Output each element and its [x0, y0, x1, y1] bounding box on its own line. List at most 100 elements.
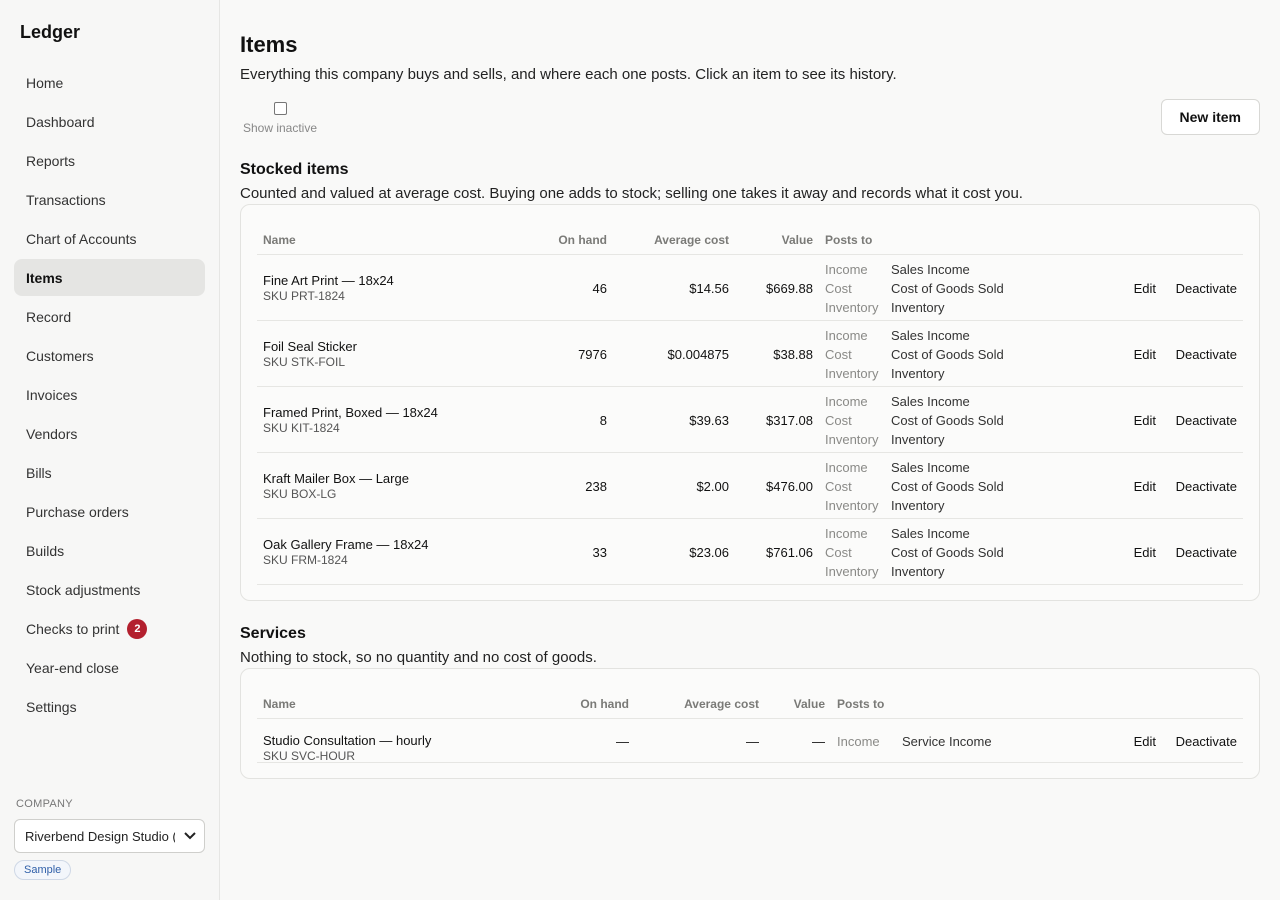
posts-to-account: Cost of Goods Sold — [891, 347, 1004, 362]
posts-to-label: Income — [837, 734, 880, 749]
posts-to-account: Sales Income — [891, 460, 970, 475]
sidebar-item-label: Home — [26, 74, 64, 91]
show-inactive-toggle[interactable]: Show inactive — [240, 100, 320, 135]
posts-to-account: Cost of Goods Sold — [891, 281, 1004, 296]
sidebar-item-label: Invoices — [26, 386, 78, 403]
col-avg-cost-header: Average cost — [684, 697, 759, 711]
sidebar-item-label: Record — [26, 308, 72, 325]
table-row[interactable]: Studio Consultation — hourly SKU SVC-HOUR… — [257, 719, 1243, 763]
average-cost-value: $0.004875 — [667, 347, 729, 362]
sidebar-item-label: Items — [26, 269, 63, 286]
sidebar-item-checks-to-print[interactable]: Checks to print 2 — [14, 610, 205, 647]
sidebar-item-reports[interactable]: Reports — [14, 142, 205, 179]
average-cost-value: $39.63 — [689, 413, 729, 428]
average-cost-value: $14.56 — [689, 281, 729, 296]
company-select[interactable]: Riverbend Design Studio (S — [14, 819, 205, 853]
sidebar-item-bills[interactable]: Bills — [14, 454, 205, 491]
item-sku: SKU STK-FOIL — [263, 355, 346, 369]
table-row[interactable]: Oak Gallery Frame — 18x24 SKU FRM-1824 33 $… — [257, 519, 1243, 585]
sidebar-item-stock-adjustments[interactable]: Stock adjustments — [14, 571, 205, 608]
sidebar-item-invoices[interactable]: Invoices — [14, 376, 205, 413]
sidebar-item-label: Builds — [26, 542, 65, 559]
stocked-items-table: Name On hand Average cost Value Posts to Fine… — [257, 223, 1243, 585]
on-hand-value: 7976 — [578, 347, 607, 362]
sidebar-item-transactions[interactable]: Transactions — [14, 181, 205, 218]
col-name-header: Name — [263, 697, 296, 711]
posts-to-account: Cost of Goods Sold — [891, 545, 1004, 560]
show-inactive-label: Show inactive — [242, 121, 318, 135]
col-name-header: Name — [263, 233, 296, 247]
col-value-header: Value — [793, 697, 825, 711]
sidebar-item-builds[interactable]: Builds — [14, 532, 205, 569]
table-header: Name On hand Average cost Value Posts to — [257, 223, 1243, 255]
posts-to-label: Income — [825, 394, 868, 409]
sidebar-item-label: Customers — [26, 347, 94, 364]
sidebar-item-customers[interactable]: Customers — [14, 337, 205, 374]
edit-button[interactable]: Edit — [1134, 479, 1156, 494]
services-section-title: Services — [240, 625, 306, 642]
table-row[interactable]: Fine Art Print — 18x24 SKU PRT-1824 46 $14.… — [257, 255, 1243, 321]
company-select-value: Riverbend Design Studio (S — [25, 828, 175, 844]
sidebar-nav: Home Dashboard Reports Transactions Chart of… — [14, 64, 205, 727]
col-posts-to-header: Posts to — [825, 233, 873, 247]
item-sku: SKU SVC-HOUR — [263, 749, 356, 763]
value-amount: — — [812, 734, 825, 749]
item-name[interactable]: Fine Art Print — 18x24 — [263, 273, 394, 288]
sidebar-item-record[interactable]: Record — [14, 298, 205, 335]
posts-to-label: Cost — [825, 347, 852, 362]
posts-to-account: Sales Income — [891, 394, 970, 409]
sidebar-item-year-end-close[interactable]: Year-end close — [14, 649, 205, 686]
table-row[interactable]: Kraft Mailer Box — Large SKU BOX-LG 238 $2.… — [257, 453, 1243, 519]
posts-to-account: Sales Income — [891, 526, 970, 541]
sidebar-item-purchase-orders[interactable]: Purchase orders — [14, 493, 205, 530]
sidebar-item-settings[interactable]: Settings — [14, 688, 205, 725]
edit-button[interactable]: Edit — [1134, 413, 1156, 428]
value-amount: $669.88 — [766, 281, 813, 296]
item-sku: SKU BOX-LG — [263, 487, 337, 501]
posts-to-label: Income — [825, 328, 868, 343]
deactivate-button[interactable]: Deactivate — [1176, 347, 1237, 362]
value-amount: $38.88 — [773, 347, 813, 362]
col-on-hand-header: On hand — [580, 697, 629, 711]
item-name[interactable]: Framed Print, Boxed — 18x24 — [263, 405, 438, 420]
posts-to-label: Inventory — [825, 300, 879, 315]
posts-to-account: Inventory — [891, 300, 945, 315]
posts-to-label: Income — [825, 262, 868, 277]
deactivate-button[interactable]: Deactivate — [1176, 545, 1237, 560]
sidebar-item-home[interactable]: Home — [14, 64, 205, 101]
sidebar-item-dashboard[interactable]: Dashboard — [14, 103, 205, 140]
item-name[interactable]: Foil Seal Sticker — [263, 339, 357, 354]
deactivate-button[interactable]: Deactivate — [1176, 479, 1237, 494]
item-name[interactable]: Kraft Mailer Box — Large — [263, 471, 409, 486]
edit-button[interactable]: Edit — [1134, 347, 1156, 362]
deactivate-button[interactable]: Deactivate — [1176, 734, 1237, 749]
posts-to-account: Inventory — [891, 564, 945, 579]
posts-to-label: Inventory — [825, 564, 879, 579]
value-amount: $761.06 — [766, 545, 813, 560]
deactivate-button[interactable]: Deactivate — [1176, 281, 1237, 296]
sidebar-item-label: Checks to print — [26, 620, 120, 637]
item-sku: SKU FRM-1824 — [263, 553, 348, 567]
sidebar-item-vendors[interactable]: Vendors — [14, 415, 205, 452]
average-cost-value: $23.06 — [689, 545, 729, 560]
edit-button[interactable]: Edit — [1134, 281, 1156, 296]
posts-to-account: Sales Income — [891, 328, 970, 343]
table-row[interactable]: Foil Seal Sticker SKU STK-FOIL 7976 $0.0048… — [257, 321, 1243, 387]
on-hand-value: 238 — [585, 479, 607, 494]
edit-button[interactable]: Edit — [1134, 734, 1156, 749]
sidebar-item-label: Year-end close — [26, 659, 119, 676]
posts-to-account: Inventory — [891, 498, 945, 513]
sidebar-item-items[interactable]: Items — [14, 259, 205, 296]
item-name[interactable]: Studio Consultation — hourly — [263, 733, 431, 748]
deactivate-button[interactable]: Deactivate — [1176, 413, 1237, 428]
value-amount: $317.08 — [766, 413, 813, 428]
sidebar-item-chart-of-accounts[interactable]: Chart of Accounts — [14, 220, 205, 257]
new-item-button[interactable]: New item — [1160, 99, 1260, 135]
edit-button[interactable]: Edit — [1134, 545, 1156, 560]
show-inactive-checkbox[interactable] — [273, 102, 287, 115]
average-cost-value: $2.00 — [696, 479, 729, 494]
table-row[interactable]: Framed Print, Boxed — 18x24 SKU KIT-1824 8… — [257, 387, 1243, 453]
item-name[interactable]: Oak Gallery Frame — 18x24 — [263, 537, 428, 552]
stocked-section-title: Stocked items — [240, 161, 349, 178]
sidebar-item-label: Transactions — [26, 191, 106, 208]
